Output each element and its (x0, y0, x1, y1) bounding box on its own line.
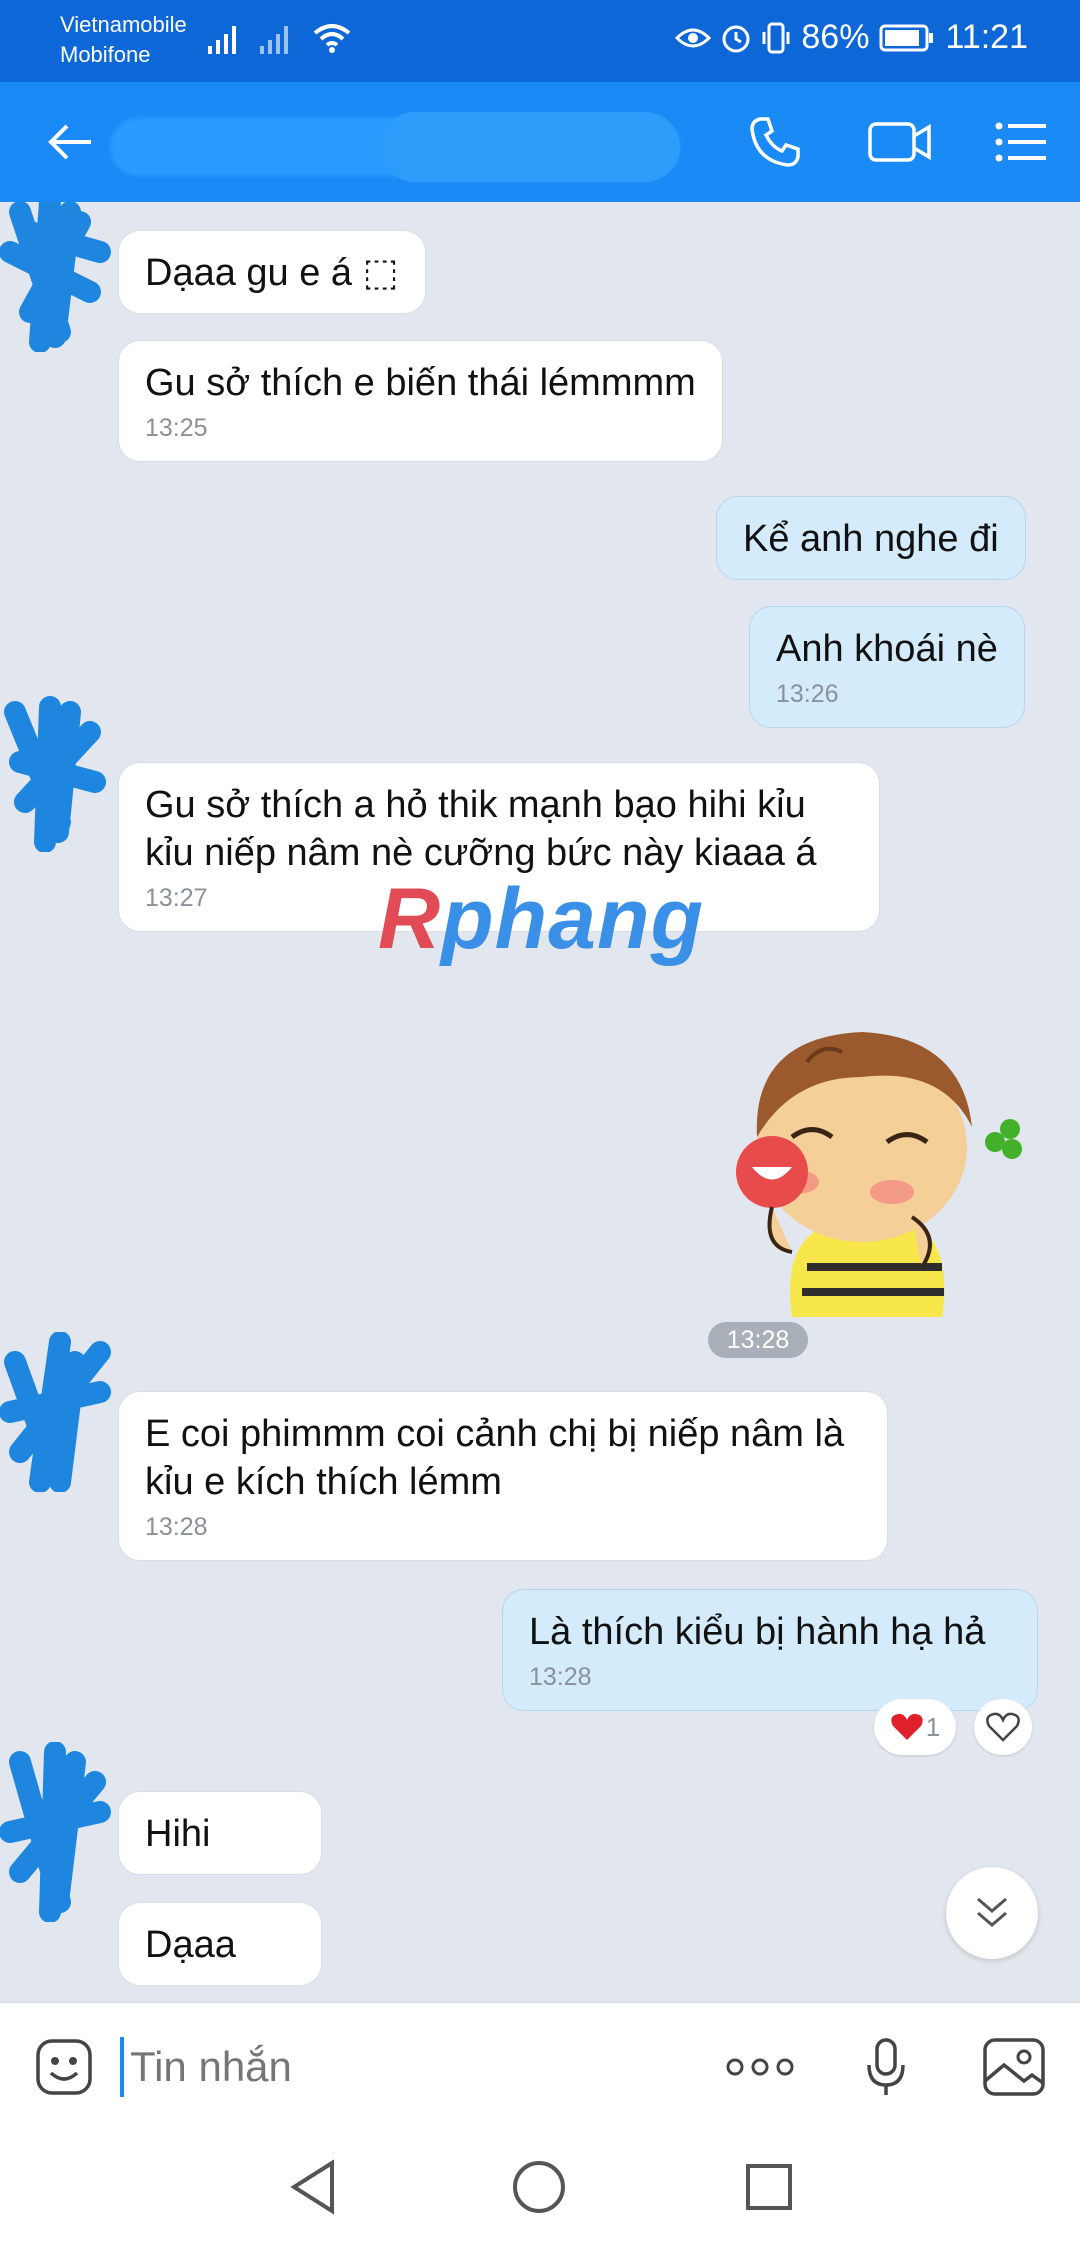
reaction-count: 1 (925, 1711, 941, 1742)
message-bubble[interactable]: Dạaa gu e á ⬚ (118, 230, 426, 314)
contact-name-redacted-overlay (380, 112, 680, 182)
message-bubble[interactable]: Anh khoái nè 13:26 (749, 606, 1025, 728)
video-call-icon (868, 122, 931, 162)
image-button[interactable] (976, 2003, 1052, 2131)
message-text: E coi phimmm coi cảnh chị bị niếp nâm là… (145, 1413, 845, 1503)
mic-button[interactable] (856, 2003, 916, 2131)
message-bubble[interactable]: E coi phimmm coi cảnh chị bị niếp nâm là… (118, 1391, 888, 1561)
circle-home-icon (513, 2161, 565, 2213)
vibrate-icon (762, 22, 790, 53)
message-time: 13:28 (529, 1663, 592, 1691)
message-bubble[interactable]: Dạaa (118, 1902, 322, 1986)
more-icon (726, 2058, 794, 2076)
triangle-back-icon (290, 2159, 334, 2215)
nav-back-button[interactable] (278, 2150, 348, 2224)
carrier-1: Vietnamobile (60, 12, 187, 37)
sticker-image[interactable] (712, 1017, 1022, 1317)
message-bubble[interactable]: Là thích kiểu bị hành hạ hả 13:28 (502, 1589, 1038, 1711)
status-bar: Vietnamobile Mobifone 86% 11:21 (0, 0, 1080, 82)
contact-avatar[interactable] (0, 692, 120, 852)
message-time: 13:26 (776, 680, 839, 708)
heart-outline-icon (986, 1712, 1020, 1742)
scroll-to-bottom-button[interactable] (946, 1867, 1038, 1959)
reaction-summary[interactable]: 1 (874, 1699, 956, 1755)
wifi-icon (313, 24, 351, 53)
react-button[interactable] (974, 1699, 1032, 1755)
heart-icon (891, 1713, 923, 1740)
battery-percent: 86% (801, 18, 870, 56)
message-text: Là thích kiểu bị hành hạ hả (529, 1611, 986, 1653)
carrier-2: Mobifone (60, 42, 151, 67)
message-bubble[interactable]: Gu sở thích e biến thái lémmmm 13:25 (118, 340, 723, 462)
chat-header (0, 82, 1080, 202)
back-button[interactable] (30, 82, 110, 202)
clock: 11:21 (945, 18, 1028, 56)
message-text: Gu sở thích a hỏ thik mạnh bạo hihi kỉu … (145, 784, 817, 874)
eye-icon (675, 28, 712, 47)
emoji-icon (36, 2039, 92, 2095)
status-right: 86% 11:21 (675, 18, 1028, 57)
contact-avatar[interactable] (0, 202, 120, 352)
message-text: Anh khoái nè (776, 628, 998, 670)
system-nav-bar (0, 2130, 1080, 2244)
square-recents-icon (746, 2164, 792, 2210)
video-call-button[interactable] (860, 82, 940, 202)
carrier-info: Vietnamobile Mobifone (60, 10, 187, 70)
message-list[interactable]: Dạaa gu e á ⬚ Gu sở thích e biến thái lé… (0, 202, 1080, 2002)
signal-icons (208, 22, 352, 54)
nav-recents-button[interactable] (734, 2150, 804, 2224)
contact-avatar[interactable] (0, 1332, 120, 1492)
message-input[interactable] (120, 2037, 620, 2097)
watermark-text: phang (441, 871, 705, 967)
watermark-r: R (378, 871, 442, 967)
double-chevron-down-icon (977, 1897, 1007, 1927)
contact-avatar[interactable] (0, 1742, 120, 1922)
watermark-logo: Rphang (378, 870, 704, 969)
message-time: 13:25 (145, 414, 208, 442)
phone-icon (750, 117, 800, 167)
nav-home-button[interactable] (504, 2150, 574, 2224)
message-text: Kể anh nghe đi (743, 518, 999, 560)
message-bubble[interactable]: Hihi (118, 1791, 322, 1875)
message-text: Dạaa (145, 1924, 236, 1966)
sticker-time: 13:28 (708, 1322, 808, 1358)
battery-icon (879, 24, 934, 51)
signal-icon (260, 26, 288, 54)
emoji-button[interactable] (24, 2003, 104, 2131)
message-input-bar (0, 2002, 1080, 2130)
alarm-icon (722, 25, 750, 52)
message-text: Dạaa gu e á ⬚ (145, 252, 399, 294)
back-arrow-icon (48, 124, 91, 160)
message-text: Gu sở thích e biến thái lémmmm (145, 362, 696, 404)
menu-icon (995, 122, 1046, 162)
menu-button[interactable] (986, 82, 1056, 202)
call-button[interactable] (740, 82, 810, 202)
signal-icon (208, 26, 236, 54)
mic-icon (867, 2038, 905, 2095)
more-button[interactable] (718, 2003, 802, 2131)
message-time: 13:28 (145, 1513, 208, 1541)
message-bubble[interactable]: Kể anh nghe đi (716, 496, 1026, 580)
message-text: Hihi (145, 1813, 211, 1855)
image-icon (983, 2038, 1045, 2096)
